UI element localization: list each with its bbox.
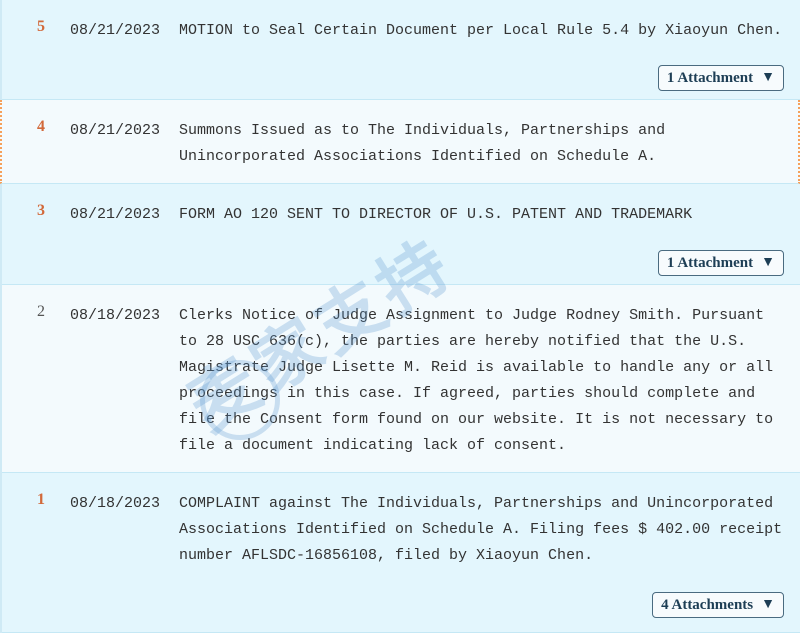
entry-description: MOTION to Seal Certain Document per Loca… [179,22,783,39]
attachments-dropdown[interactable]: 1 Attachment ▼ [657,65,784,91]
attachments-label: 4 Attachments [661,596,754,613]
attachments-dropdown[interactable]: 4 Attachments ▼ [652,592,784,618]
entry-date: 08/18/2023 [70,307,161,324]
entry-number: 2 [37,303,45,320]
docket-entry-5: 5 08/21/2023 MOTION to Seal Certain Docu… [2,0,800,100]
entry-description: COMPLAINT against The Individuals, Partn… [179,495,783,564]
entry-description: FORM AO 120 SENT TO DIRECTOR OF U.S. PAT… [179,206,693,223]
attachments-dropdown[interactable]: 1 Attachment ▼ [657,250,784,276]
entry-date: 08/18/2023 [70,495,161,512]
dropdown-triangle-icon: ▼ [761,597,775,612]
entry-description: Summons Issued as to The Individuals, Pa… [179,122,666,165]
entry-number: 3 [37,202,45,219]
docket-entry-1: 1 08/18/2023 COMPLAINT against The Indiv… [2,473,800,633]
entry-number: 5 [37,18,45,35]
entry-description: Clerks Notice of Judge Assignment to Jud… [179,307,774,454]
entry-date: 08/21/2023 [70,122,161,139]
dropdown-triangle-icon: ▼ [761,70,775,85]
entry-number: 4 [37,118,45,135]
attachments-label: 1 Attachment [666,69,754,86]
docket-entry-2: 2 08/18/2023 Clerks Notice of Judge Assi… [2,285,800,473]
dropdown-triangle-icon: ▼ [761,255,775,270]
docket-entry-3: 3 08/21/2023 FORM AO 120 SENT TO DIRECTO… [2,184,800,285]
docket-entry-4: 4 08/21/2023 Summons Issued as to The In… [0,100,800,184]
entry-date: 08/21/2023 [70,22,161,39]
docket-list: 5 08/21/2023 MOTION to Seal Certain Docu… [0,0,800,633]
attachments-label: 1 Attachment [666,254,754,271]
entry-date: 08/21/2023 [70,206,161,223]
entry-number: 1 [37,491,45,508]
